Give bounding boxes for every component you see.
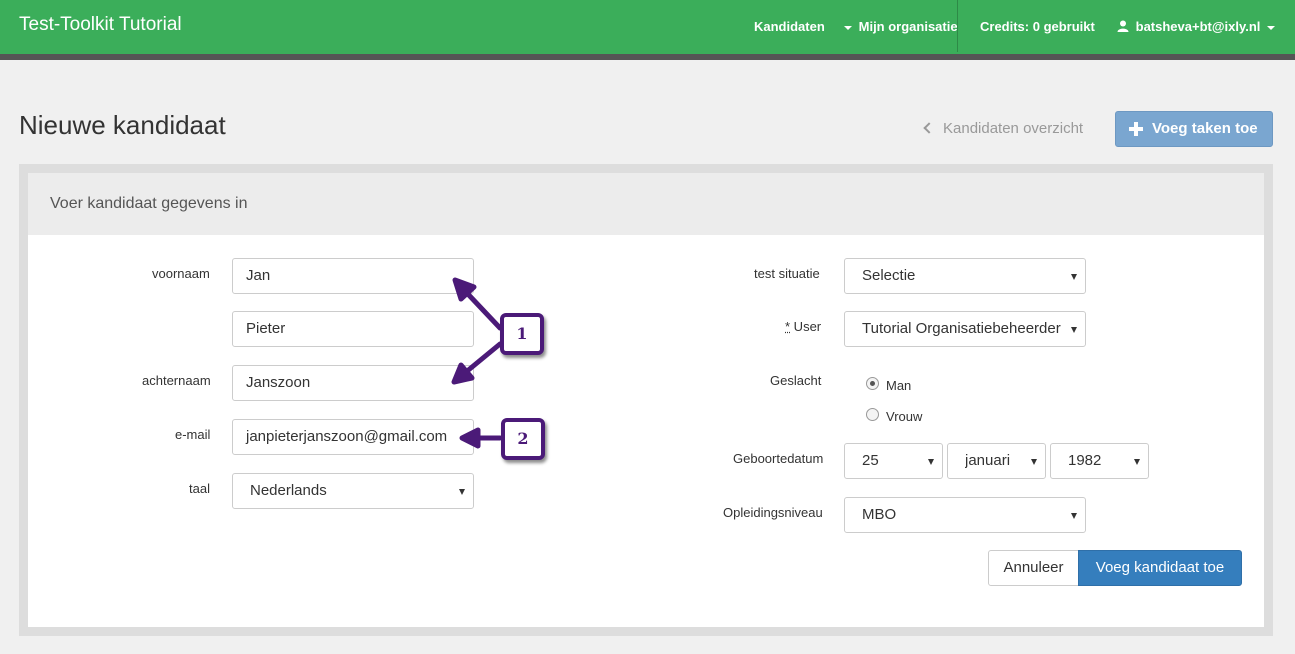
caret-down-icon bbox=[1267, 25, 1276, 30]
cancel-button[interactable]: Annuleer bbox=[988, 550, 1079, 586]
birthdate-label: Geboortedatum bbox=[733, 451, 824, 466]
education-value: MBO bbox=[862, 506, 897, 523]
last-name-input[interactable]: Janszoon bbox=[232, 365, 474, 401]
email-label: e-mail bbox=[175, 427, 211, 442]
caret-down-icon bbox=[844, 25, 852, 30]
user-label-text: User bbox=[790, 319, 822, 334]
user-label: * User bbox=[785, 319, 821, 334]
test-situation-select[interactable]: Selectie bbox=[844, 258, 1086, 294]
last-name-label: achternaam bbox=[142, 373, 211, 388]
test-situation-value: Selectie bbox=[862, 267, 916, 284]
first-name-input[interactable]: Jan bbox=[232, 258, 474, 294]
annotation-badge-2: 2 bbox=[501, 418, 545, 460]
caret-down-icon bbox=[459, 489, 465, 495]
birth-month-select[interactable]: januari bbox=[947, 443, 1046, 479]
gender-label: Geslacht bbox=[770, 373, 822, 388]
annotation-badge-1: 1 bbox=[500, 313, 544, 355]
caret-down-icon bbox=[1071, 274, 1077, 280]
gender-radio-vrouw-label: Vrouw bbox=[886, 409, 923, 424]
birth-year-value: 1982 bbox=[1068, 452, 1102, 469]
nav-separator bbox=[957, 0, 958, 52]
caret-down-icon bbox=[928, 459, 934, 465]
user-select-value: Tutorial Organisatiebeheerder bbox=[862, 320, 1061, 337]
education-label: Opleidingsniveau bbox=[723, 505, 823, 520]
birth-day-value: 25 bbox=[862, 452, 879, 469]
caret-down-icon bbox=[1071, 513, 1077, 519]
user-select[interactable]: Tutorial Organisatiebeheerder bbox=[844, 311, 1086, 347]
chevron-left-icon bbox=[923, 122, 935, 134]
middle-name-input[interactable]: Pieter bbox=[232, 311, 474, 347]
nav-my-organisation[interactable]: Mijn organisatie bbox=[844, 19, 958, 34]
user-icon bbox=[1117, 20, 1129, 32]
plus-icon bbox=[1129, 122, 1143, 136]
nav-user-menu[interactable]: batsheva+bt@ixly.nl bbox=[1117, 19, 1276, 34]
page-title: Nieuwe kandidaat bbox=[19, 110, 226, 140]
back-to-candidates-link[interactable]: Kandidaten overzicht bbox=[923, 120, 1084, 137]
back-link-label: Kandidaten overzicht bbox=[943, 120, 1084, 137]
add-tasks-button[interactable]: Voeg taken toe bbox=[1115, 111, 1273, 147]
caret-down-icon bbox=[1134, 459, 1140, 465]
gender-radio-vrouw[interactable] bbox=[866, 408, 879, 421]
nav-credits[interactable]: Credits: 0 gebruikt bbox=[980, 19, 1095, 34]
nav-my-organisation-label: Mijn organisatie bbox=[858, 19, 958, 34]
add-candidate-button[interactable]: Voeg kandidaat toe bbox=[1078, 550, 1242, 586]
language-label: taal bbox=[189, 481, 210, 496]
panel-heading: Voer kandidaat gegevens in bbox=[28, 173, 1264, 235]
test-situation-label: test situatie bbox=[754, 266, 820, 281]
caret-down-icon bbox=[1031, 459, 1037, 465]
add-tasks-label: Voeg taken toe bbox=[1152, 120, 1258, 137]
language-select-value: Nederlands bbox=[250, 482, 327, 499]
top-navbar: Test-Toolkit Tutorial Kandidaten Mijn or… bbox=[0, 0, 1295, 54]
first-name-label: voornaam bbox=[152, 266, 210, 281]
birth-month-value: januari bbox=[965, 452, 1011, 469]
birth-year-select[interactable]: 1982 bbox=[1050, 443, 1149, 479]
nav-user-label: batsheva+bt@ixly.nl bbox=[1135, 19, 1261, 34]
panel-heading-text: Voer kandidaat gegevens in bbox=[50, 195, 248, 212]
education-select[interactable]: MBO bbox=[844, 497, 1086, 533]
birth-day-select[interactable]: 25 bbox=[844, 443, 943, 479]
brand-title[interactable]: Test-Toolkit Tutorial bbox=[19, 14, 182, 36]
navbar-border bbox=[0, 54, 1295, 60]
language-select[interactable]: Nederlands bbox=[232, 473, 474, 509]
nav-candidates[interactable]: Kandidaten bbox=[754, 19, 825, 34]
email-input[interactable]: janpieterjanszoon@gmail.com bbox=[232, 419, 474, 455]
gender-radio-man-label: Man bbox=[886, 378, 912, 393]
gender-radio-man[interactable] bbox=[866, 377, 879, 390]
caret-down-icon bbox=[1071, 327, 1077, 333]
